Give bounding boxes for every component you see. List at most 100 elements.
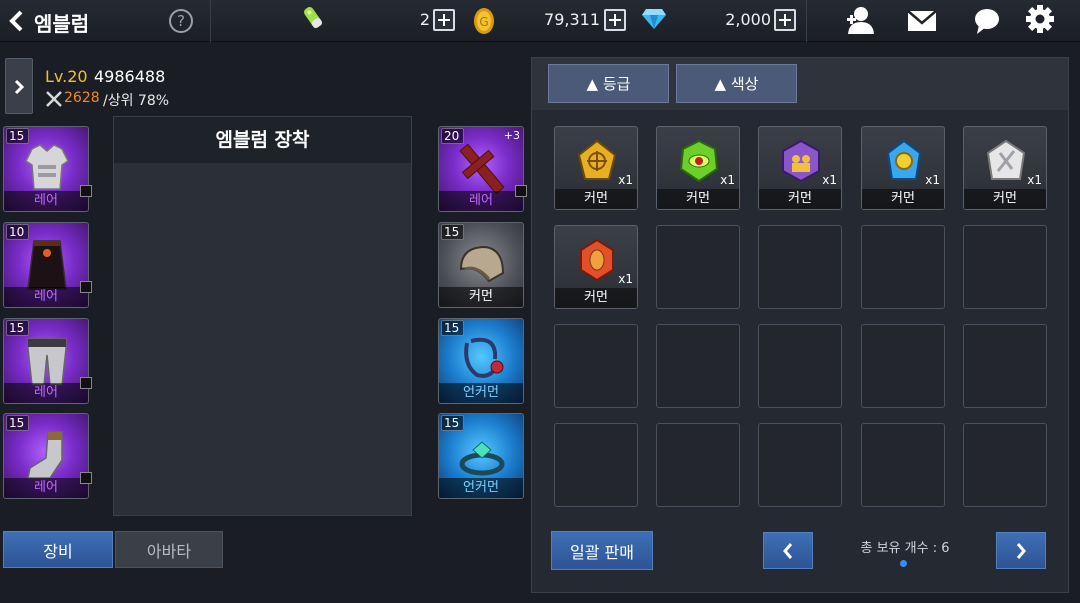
inventory-empty-slot[interactable] <box>758 423 842 507</box>
item-count: x1 <box>618 272 633 286</box>
character-id: 4986488 <box>94 67 166 86</box>
page-indicator-dot <box>900 560 907 567</box>
tab-avatar[interactable]: 아바타 <box>115 531 223 568</box>
inventory-empty-slot[interactable] <box>656 324 740 408</box>
filter-grade-button[interactable]: ▲ 등급 <box>548 64 669 103</box>
item-count: x1 <box>1027 173 1042 187</box>
weapon-icon <box>459 143 505 195</box>
tab-equipment-label: 장비 <box>43 541 73 561</box>
inventory-empty-slot[interactable] <box>656 225 740 309</box>
slot-checkbox[interactable] <box>80 472 92 484</box>
inventory-empty-slot[interactable] <box>861 423 945 507</box>
add-stamina-button[interactable] <box>433 9 455 31</box>
item-grade: 커먼 <box>439 287 523 307</box>
slot-checkbox[interactable] <box>80 377 92 389</box>
equip-slot-helmet[interactable]: 15 커먼 <box>438 222 524 308</box>
emblem-icon <box>577 139 617 180</box>
chevron-right-icon <box>1016 542 1026 559</box>
item-grade: 레어 <box>4 287 88 307</box>
inventory-empty-slot[interactable] <box>861 324 945 408</box>
inventory-emblem-slot[interactable]: x1 커먼 <box>554 126 638 210</box>
item-grade: 커먼 <box>555 288 637 308</box>
panel-header: 엠블럼 장착 <box>114 117 411 163</box>
add-gem-button[interactable] <box>774 9 796 31</box>
item-count: x1 <box>720 173 735 187</box>
add-gold-button[interactable] <box>604 9 626 31</box>
prev-page-button[interactable] <box>763 532 813 569</box>
combat-power: 2628 <box>64 90 100 106</box>
help-button[interactable]: ? <box>169 9 193 33</box>
sell-all-label: 일괄 판매 <box>570 542 634 562</box>
emblem-icon <box>580 238 614 282</box>
equip-slot-boots[interactable]: 15 레어 <box>3 413 89 499</box>
slot-checkbox[interactable] <box>80 185 92 197</box>
necklace-icon <box>464 337 504 378</box>
inventory-emblem-slot[interactable]: x1 커먼 <box>963 126 1047 210</box>
item-grade: 커먼 <box>657 189 739 209</box>
inventory-empty-slot[interactable] <box>963 324 1047 408</box>
filter-color-button[interactable]: ▲ 색상 <box>676 64 797 103</box>
filter-color-label: ▲ 색상 <box>714 75 759 93</box>
item-grade: 커먼 <box>964 189 1046 209</box>
stamina-icon <box>304 7 323 29</box>
inventory-empty-slot[interactable] <box>554 423 638 507</box>
tab-avatar-label: 아바타 <box>146 541 192 561</box>
page-title: 엠블럼 <box>34 12 90 36</box>
equip-slot-pants[interactable]: 15 레어 <box>3 318 89 404</box>
gold-coin-icon: G <box>474 8 494 34</box>
item-level: 15 <box>441 320 465 336</box>
settings-gear-icon[interactable] <box>1026 5 1054 33</box>
svg-text:G: G <box>479 15 488 29</box>
tab-equipment[interactable]: 장비 <box>3 531 113 568</box>
chat-icon[interactable] <box>973 7 1001 35</box>
filter-grade-label: ▲ 등급 <box>586 75 631 93</box>
item-level: 15 <box>6 415 30 431</box>
inventory-empty-slot[interactable] <box>758 324 842 408</box>
ring-icon <box>459 441 505 476</box>
friends-icon[interactable] <box>845 6 875 34</box>
slot-checkbox[interactable] <box>515 185 527 197</box>
character-level: Lv.20 <box>45 67 88 86</box>
item-level: 20 <box>441 128 465 144</box>
diamond-icon <box>642 9 666 29</box>
equip-slot-cloak[interactable]: 10 레어 <box>3 222 89 308</box>
slot-checkbox[interactable] <box>80 281 92 293</box>
equip-slot-weapon[interactable]: 20 +3 레어 <box>438 126 524 212</box>
inventory-empty-slot[interactable] <box>656 423 740 507</box>
inventory-empty-slot[interactable] <box>963 225 1047 309</box>
inventory-emblem-slot[interactable]: x1 커먼 <box>656 126 740 210</box>
mail-icon[interactable] <box>907 10 937 32</box>
chevron-left-icon <box>783 542 793 559</box>
helmet-icon <box>459 245 505 283</box>
equip-slot-armor[interactable]: 15 레어 <box>3 126 89 212</box>
chevron-left-icon <box>9 10 23 32</box>
inventory-empty-slot[interactable] <box>758 225 842 309</box>
expand-character-button[interactable] <box>5 58 33 114</box>
inventory-empty-slot[interactable] <box>963 423 1047 507</box>
inventory-emblem-slot[interactable]: x1 커먼 <box>758 126 842 210</box>
equip-slot-necklace[interactable]: 15 언커먼 <box>438 318 524 404</box>
equip-slot-ring[interactable]: 15 언커먼 <box>438 413 524 499</box>
emblem-icon <box>886 139 922 180</box>
inventory-emblem-slot[interactable]: x1 커먼 <box>861 126 945 210</box>
next-page-button[interactable] <box>996 532 1046 569</box>
item-level: 15 <box>441 415 465 431</box>
inventory-emblem-slot[interactable]: x1 커먼 <box>554 225 638 309</box>
sell-all-button[interactable]: 일괄 판매 <box>551 531 653 570</box>
cloak-icon <box>27 240 67 290</box>
gold-value: 79,311 <box>544 10 600 29</box>
item-grade: 커먼 <box>555 189 637 209</box>
armor-icon <box>25 144 69 190</box>
inventory-empty-slot[interactable] <box>861 225 945 309</box>
crossed-swords-icon <box>46 91 62 107</box>
item-level: 15 <box>6 320 30 336</box>
gem-value: 2,000 <box>725 10 771 29</box>
back-button[interactable]: 엠블럼 <box>4 6 114 36</box>
total-count: 총 보유 개수 : 6 <box>860 541 950 556</box>
chevron-right-icon <box>14 79 25 95</box>
item-grade: 언커먼 <box>439 383 523 403</box>
item-grade: 언커먼 <box>439 478 523 498</box>
panel-title: 엠블럼 장착 <box>215 129 310 151</box>
inventory-empty-slot[interactable] <box>554 324 638 408</box>
item-grade: 레어 <box>4 478 88 498</box>
